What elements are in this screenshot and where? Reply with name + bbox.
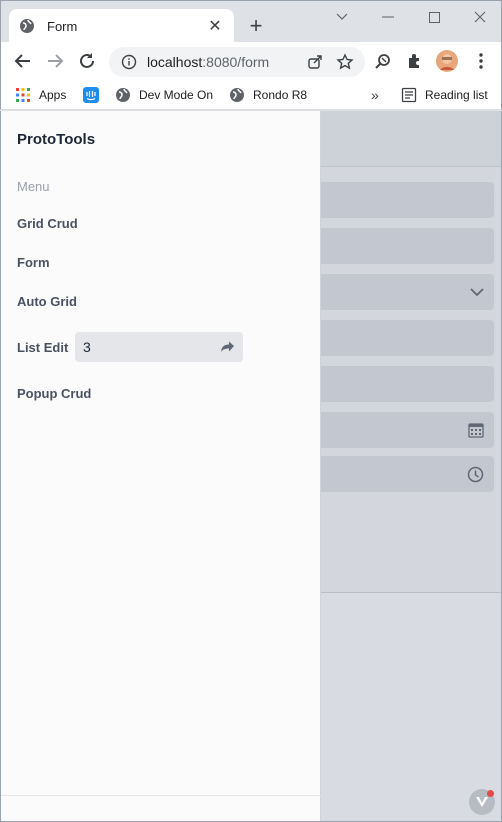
window-close-icon[interactable] xyxy=(469,5,491,29)
bookmark-star-icon[interactable] xyxy=(335,52,355,72)
apps-grid-icon xyxy=(15,87,31,103)
list-edit-input[interactable] xyxy=(83,339,203,355)
browser-tab[interactable]: Form ✕ xyxy=(9,9,234,43)
url-host: localhost xyxy=(147,54,203,70)
calendar-icon[interactable] xyxy=(468,422,484,438)
menu-item-popup-crud[interactable]: Popup Crud xyxy=(17,386,91,401)
tab-title: Form xyxy=(47,18,78,34)
nav-drawer: ProtoTools Menu Grid Crud Form Auto Grid… xyxy=(1,111,321,821)
form-date-field[interactable] xyxy=(301,412,494,448)
reload-icon[interactable] xyxy=(75,49,99,73)
forward-arrow-icon[interactable] xyxy=(43,49,67,73)
menu-item-auto-grid[interactable]: Auto Grid xyxy=(17,294,77,309)
tab-strip: Form ✕ + xyxy=(0,0,502,43)
bookmarks-overflow-button[interactable]: » xyxy=(371,85,379,105)
menu-item-form[interactable]: Form xyxy=(17,255,50,270)
back-arrow-icon[interactable] xyxy=(11,49,35,73)
kebab-menu-icon[interactable] xyxy=(469,49,493,73)
globe-icon xyxy=(229,87,245,103)
form-field-5[interactable] xyxy=(301,366,494,402)
menu-item-grid-crud[interactable]: Grid Crud xyxy=(17,216,78,231)
maximize-icon[interactable] xyxy=(423,5,445,29)
form-field-4[interactable] xyxy=(301,320,494,356)
bookmark-rondo-r8[interactable]: Rondo R8 xyxy=(229,85,307,105)
app-page: ProtoTools Menu Grid Crud Form Auto Grid… xyxy=(0,111,502,822)
intercom-icon xyxy=(83,87,99,103)
new-tab-button[interactable]: + xyxy=(245,15,267,37)
bookmark-dev-mode-on[interactable]: Dev Mode On xyxy=(115,85,213,105)
bookmarks-bar: Apps Dev Mode On Rondo R8 » Reading list xyxy=(0,80,502,110)
extensions-icon[interactable] xyxy=(403,49,427,73)
bookmark-intercom[interactable] xyxy=(83,85,99,105)
minimize-icon[interactable] xyxy=(377,5,399,29)
lens-search-icon[interactable] xyxy=(371,49,395,73)
clock-icon[interactable] xyxy=(467,466,484,483)
tab-close-icon[interactable]: ✕ xyxy=(206,16,224,36)
form-field-1[interactable] xyxy=(301,182,494,218)
bookmark-label: Rondo R8 xyxy=(253,88,308,102)
bookmark-apps[interactable]: Apps xyxy=(15,85,66,105)
share-icon[interactable] xyxy=(305,52,325,72)
bookmark-label: Apps xyxy=(39,88,67,102)
notification-dot xyxy=(487,790,494,797)
form-time-field[interactable] xyxy=(301,456,494,492)
app-brand: ProtoTools xyxy=(17,131,96,148)
chevron-down-icon[interactable] xyxy=(470,287,484,297)
globe-icon xyxy=(115,87,131,103)
dev-tools-badge[interactable] xyxy=(469,789,495,815)
address-bar[interactable]: localhost:8080/form xyxy=(109,47,365,77)
share-arrow-icon[interactable] xyxy=(220,341,235,353)
reading-list-icon xyxy=(401,87,417,103)
browser-toolbar: localhost:8080/form xyxy=(0,42,502,80)
reading-list-button[interactable]: Reading list xyxy=(401,85,488,105)
profile-avatar[interactable] xyxy=(435,49,459,73)
form-select-field[interactable] xyxy=(301,274,494,310)
list-edit-field[interactable] xyxy=(75,332,243,362)
bookmark-label: Dev Mode On xyxy=(139,88,214,102)
tab-search-icon[interactable] xyxy=(331,5,353,29)
menu-item-list-edit[interactable]: List Edit xyxy=(17,340,68,355)
menu-heading: Menu xyxy=(17,179,50,194)
url-text[interactable]: localhost:8080/form xyxy=(147,54,305,70)
vaadin-logo-icon xyxy=(475,796,489,808)
reading-list-label: Reading list xyxy=(425,88,488,102)
form-field-2[interactable] xyxy=(301,228,494,264)
globe-icon xyxy=(19,18,35,34)
site-info-icon[interactable] xyxy=(121,54,137,70)
drawer-divider xyxy=(1,795,321,796)
url-path: :8080/form xyxy=(202,54,270,70)
